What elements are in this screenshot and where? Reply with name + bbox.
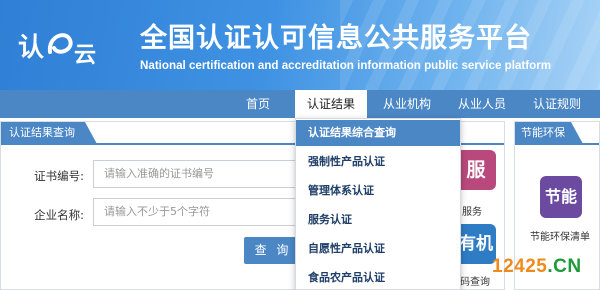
panel-tab-certification-query[interactable]: 认证结果查询 [1, 122, 97, 144]
nav-home[interactable]: 首页 [232, 90, 284, 118]
service-tile-caption[interactable]: 服务 [462, 203, 482, 218]
watermark-tld: CN [553, 256, 582, 277]
organic-tile-icon[interactable]: 有机 [456, 224, 496, 264]
company-name-label: 企业名称: [34, 208, 84, 222]
watermark-number: 12425 [492, 256, 548, 277]
site-title: 全国认证认可信息公共服务平台 [140, 23, 532, 54]
dropdown-item-voluntary-product[interactable]: 自愿性产品认证 [296, 236, 460, 262]
header-banner: 认 云 全国认证认可信息公共服务平台 National certificatio… [0, 0, 600, 90]
query-button[interactable]: 查 询 [244, 237, 302, 264]
dropdown-item-management-system[interactable]: 管理体系认证 [296, 178, 460, 204]
nav-certification-results[interactable]: 认证结果 [295, 90, 367, 118]
service-tile-icon[interactable]: 服 [456, 150, 496, 190]
panel-tab-energy-saving[interactable]: 节能环保 [515, 122, 583, 144]
svg-text:认: 认 [18, 33, 44, 63]
energy-saving-caption[interactable]: 节能环保清单 [530, 228, 590, 243]
certification-results-dropdown: 认证结果综合查询 强制性产品认证 管理体系认证 服务认证 自愿性产品认证 食品农… [295, 118, 461, 290]
platform-logo-icon[interactable]: 认 云 [14, 22, 114, 77]
nav-institutions[interactable]: 从业机构 [372, 90, 442, 118]
dropdown-item-compulsory-product[interactable]: 强制性产品认证 [296, 149, 460, 175]
site-subtitle: National certification and accreditation… [140, 59, 552, 72]
dropdown-item-comprehensive-query[interactable]: 认证结果综合查询 [296, 120, 460, 146]
dropdown-item-service-cert[interactable]: 服务认证 [296, 207, 460, 233]
company-name-input[interactable]: 请输入不少于5个字符 [93, 198, 298, 226]
energy-saving-tile-icon[interactable]: 节能 [540, 176, 582, 218]
main-nav: 首页 认证结果 从业机构 从业人员 认证规则 [0, 90, 600, 118]
svg-text:云: 云 [74, 43, 96, 68]
cert-number-label: 证书编号: [34, 169, 84, 183]
nav-certification-rules[interactable]: 认证规则 [522, 90, 592, 118]
cert-number-input[interactable]: 请输入准确的证书编号 [93, 160, 298, 188]
dropdown-item-food-agri[interactable]: 食品农产品认证 [296, 265, 460, 290]
nav-personnel[interactable]: 从业人员 [447, 90, 517, 118]
site-watermark: 12425.CN [492, 256, 582, 278]
